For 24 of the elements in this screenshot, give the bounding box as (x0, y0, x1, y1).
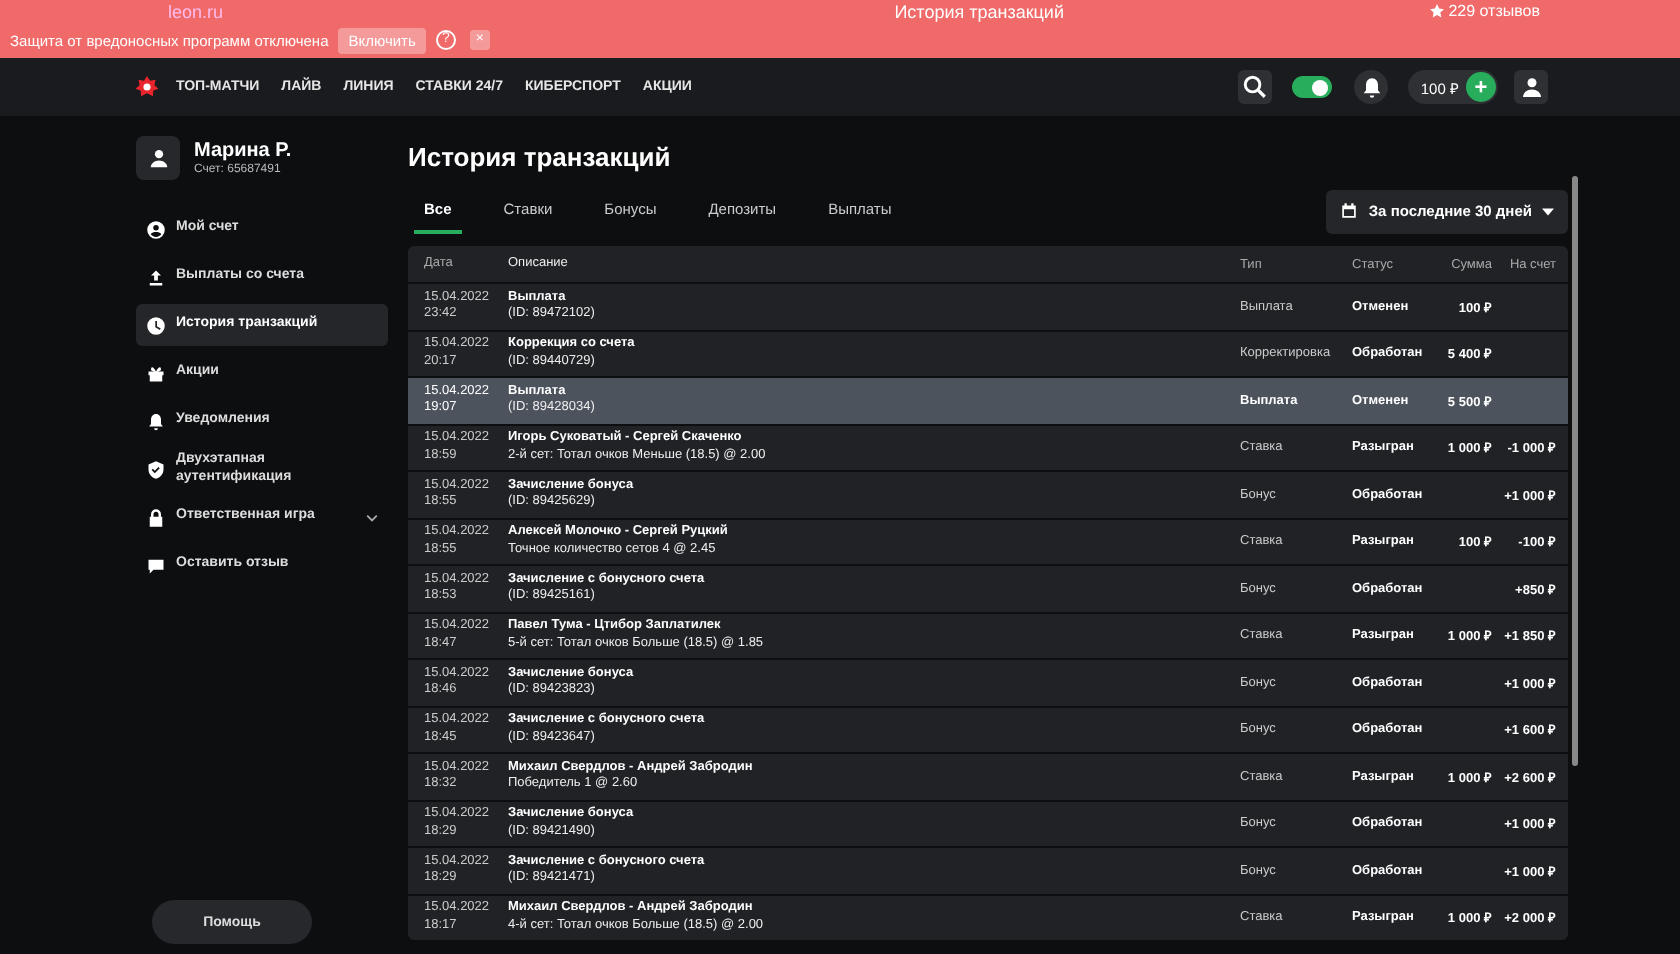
profile-button[interactable] (1514, 70, 1548, 104)
chat-icon (146, 555, 166, 575)
flower-logo-icon[interactable] (136, 76, 158, 98)
search-icon (1242, 74, 1269, 100)
profile-name: Марина Р. (194, 140, 292, 162)
calendar-icon (1340, 202, 1359, 220)
clock-icon (146, 315, 166, 335)
caret-icon (1542, 207, 1554, 215)
search-button[interactable] (1238, 70, 1273, 104)
scrollbar-thumb[interactable] (1572, 176, 1578, 766)
user-icon (147, 147, 169, 169)
notifications-button[interactable] (1354, 70, 1389, 104)
gift-icon (146, 363, 166, 383)
bell-icon (146, 411, 166, 431)
user-icon (1519, 75, 1543, 99)
theme-toggle[interactable] (1292, 76, 1333, 98)
tab-title: История транзакций (892, 1, 1066, 21)
star-icon (1430, 4, 1445, 18)
upload-icon (146, 267, 166, 287)
user-icon (146, 219, 166, 239)
page-title: История транзакций (408, 142, 673, 172)
bell-icon (1359, 75, 1384, 99)
shield-icon (146, 459, 166, 479)
lock-icon (146, 507, 166, 527)
